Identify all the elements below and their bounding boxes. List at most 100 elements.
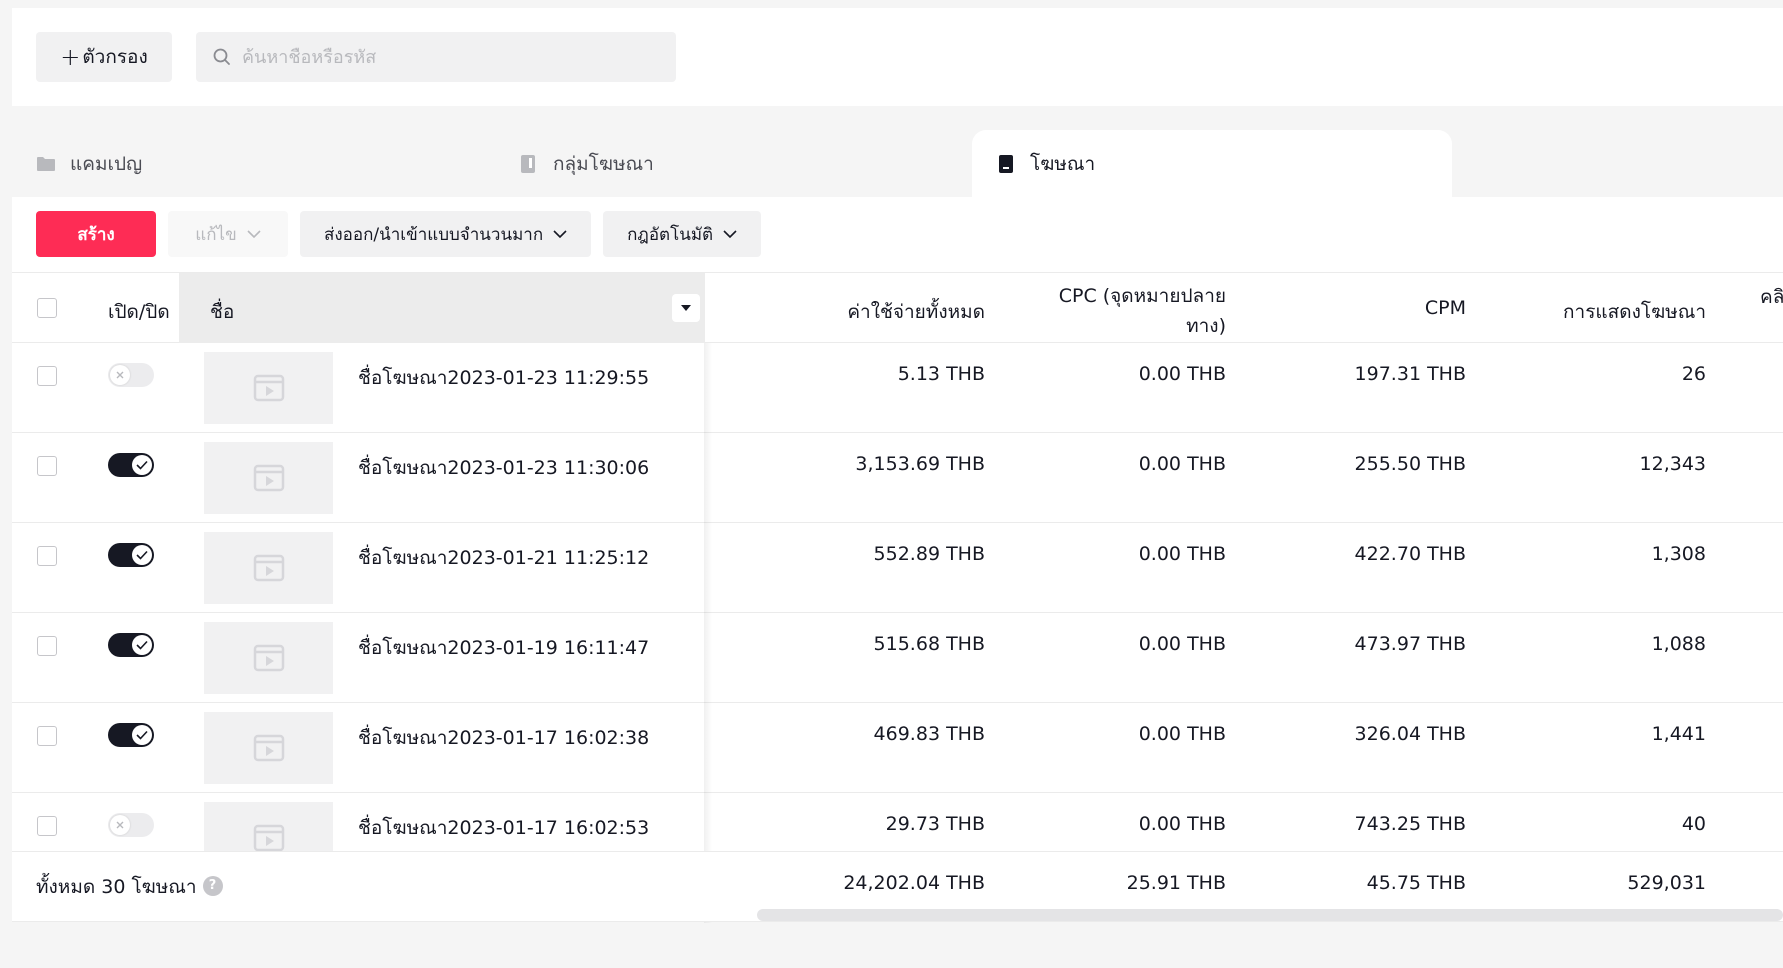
row-checkbox[interactable]: [37, 546, 57, 566]
cell-cpm: 255.50 THB: [1354, 453, 1466, 475]
status-toggle[interactable]: [108, 723, 154, 747]
header-cpc-line1: CPC (จุดหมายปลาย: [1058, 285, 1226, 307]
ad-name[interactable]: ชื่อโฆษณา2023-01-21 11:25:12: [358, 543, 649, 573]
ad-name[interactable]: ชื่อโฆษณา2023-01-23 11:30:06: [358, 453, 649, 483]
add-filter-button[interactable]: + ตัวกรอง: [36, 32, 172, 82]
edit-dropdown: แก้ไข: [168, 211, 288, 257]
cell-cost: 29.73 THB: [885, 813, 985, 835]
ad-thumbnail[interactable]: [204, 622, 333, 694]
video-placeholder-icon: [253, 734, 284, 762]
cell-cpc: 0.00 THB: [1138, 813, 1226, 835]
cell-impressions: 12,343: [1639, 453, 1706, 475]
chevron-down-icon: [247, 230, 261, 239]
tab-ad[interactable]: โฆษณา: [972, 130, 1452, 198]
header-cpm[interactable]: CPM: [1226, 297, 1466, 319]
cell-cpm: 422.70 THB: [1354, 543, 1466, 565]
video-placeholder-icon: [253, 644, 284, 672]
table-row: ชื่อโฆษณา2023-01-23 11:29:55 5.13 THB 0.…: [12, 343, 1783, 433]
check-icon: [132, 725, 152, 745]
total-count: ทั้งหมด 30 โฆษณา?: [36, 872, 223, 902]
tab-ad-group[interactable]: กลุ่มโฆษณา: [495, 130, 955, 198]
ad-name[interactable]: ชื่อโฆษณา2023-01-17 16:02:53: [358, 813, 649, 843]
video-placeholder-icon: [253, 464, 284, 492]
table-row: ชื่อโฆษณา2023-01-23 11:30:06 3,153.69 TH…: [12, 433, 1783, 523]
total-cpm: 45.75 THB: [1366, 872, 1466, 894]
status-toggle[interactable]: [108, 363, 154, 387]
cell-cpc: 0.00 THB: [1138, 363, 1226, 385]
row-checkbox[interactable]: [37, 726, 57, 746]
ads-table: เปิด/ปิด ชื่อ ค่าใช้จ่ายทั้งหมด CPC (จุด…: [12, 272, 1783, 923]
row-checkbox[interactable]: [37, 816, 57, 836]
status-toggle[interactable]: [108, 813, 154, 837]
create-button[interactable]: สร้าง: [36, 211, 156, 257]
ad-thumbnail[interactable]: [204, 442, 333, 514]
header-impressions[interactable]: การแสดงโฆษณา: [1466, 297, 1706, 327]
search-input[interactable]: [242, 46, 662, 68]
cell-cost: 552.89 THB: [873, 543, 985, 565]
cell-impressions: 1,441: [1651, 723, 1706, 745]
ad-thumbnail[interactable]: [204, 802, 333, 851]
close-icon: [110, 815, 130, 835]
cell-impressions: 26: [1681, 363, 1706, 385]
header-clicks[interactable]: คลิ: [1760, 282, 1783, 312]
level-tabs: แคมเปญ กลุ่มโฆษณา โฆษณา: [12, 130, 1783, 198]
ad-thumbnail[interactable]: [204, 352, 333, 424]
cell-cost: 515.68 THB: [873, 633, 985, 655]
ad-name[interactable]: ชื่อโฆษณา2023-01-23 11:29:55: [358, 363, 649, 393]
cell-cpm: 326.04 THB: [1354, 723, 1466, 745]
close-icon: [110, 365, 130, 385]
ad-thumbnail[interactable]: [204, 712, 333, 784]
ad-name[interactable]: ชื่อโฆษณา2023-01-17 16:02:38: [358, 723, 649, 753]
ad-thumbnail[interactable]: [204, 532, 333, 604]
header-onoff: เปิด/ปิด: [108, 301, 170, 323]
row-checkbox[interactable]: [37, 636, 57, 656]
header-name[interactable]: ชื่อ: [210, 297, 234, 327]
chevron-down-icon: [553, 230, 567, 239]
rules-label: กฎอัตโนมัติ: [627, 224, 714, 245]
table-body: ชื่อโฆษณา2023-01-23 11:29:55 5.13 THB 0.…: [12, 343, 1783, 851]
tab-ad-label: โฆษณา: [1030, 153, 1096, 175]
total-label: ทั้งหมด 30 โฆษณา: [36, 876, 197, 898]
header-total-cost[interactable]: ค่าใช้จ่ายทั้งหมด: [712, 297, 985, 327]
horizontal-scrollbar[interactable]: [757, 909, 1783, 921]
help-icon[interactable]: ?: [202, 875, 223, 896]
cell-impressions: 40: [1681, 813, 1706, 835]
automated-rules-dropdown[interactable]: กฎอัตโนมัติ: [603, 211, 762, 257]
cell-impressions: 1,088: [1651, 633, 1706, 655]
add-filter-label: ตัวกรอง: [82, 46, 148, 68]
search-icon: [213, 48, 230, 65]
cell-cost: 3,153.69 THB: [855, 453, 985, 475]
sort-dropdown-icon[interactable]: [672, 294, 700, 322]
cell-cost: 469.83 THB: [873, 723, 985, 745]
table-header: เปิด/ปิด ชื่อ ค่าใช้จ่ายทั้งหมด CPC (จุด…: [12, 272, 1783, 343]
frozen-column-shadow: [704, 343, 712, 923]
chevron-down-icon: [723, 230, 737, 239]
status-toggle[interactable]: [108, 453, 154, 477]
check-icon: [132, 635, 152, 655]
table-row: ชื่อโฆษณา2023-01-17 16:02:53 29.73 THB 0…: [12, 793, 1783, 851]
total-impressions: 529,031: [1627, 872, 1706, 894]
tab-campaign[interactable]: แคมเปญ: [12, 130, 472, 198]
status-toggle[interactable]: [108, 543, 154, 567]
tab-ad-group-label: กลุ่มโฆษณา: [553, 153, 654, 175]
ad-name[interactable]: ชื่อโฆษณา2023-01-19 16:11:47: [358, 633, 649, 663]
row-checkbox[interactable]: [37, 456, 57, 476]
table-row: ชื่อโฆษณา2023-01-21 11:25:12 552.89 THB …: [12, 523, 1783, 613]
plus-icon: +: [60, 43, 81, 71]
folder-icon: [37, 157, 55, 171]
cell-cpm: 743.25 THB: [1354, 813, 1466, 835]
table-row: ชื่อโฆษณา2023-01-19 16:11:47 515.68 THB …: [12, 613, 1783, 703]
total-cost: 24,202.04 THB: [843, 872, 985, 894]
row-checkbox[interactable]: [37, 366, 57, 386]
video-placeholder-icon: [253, 554, 284, 582]
video-placeholder-icon: [253, 824, 284, 851]
search-box[interactable]: [196, 32, 676, 82]
check-icon: [132, 455, 152, 475]
header-cpc[interactable]: CPC (จุดหมายปลาย ทาง): [985, 281, 1226, 341]
status-toggle[interactable]: [108, 633, 154, 657]
bulk-export-import-dropdown[interactable]: ส่งออก/นำเข้าแบบจำนวนมาก: [300, 211, 592, 257]
bulk-label: ส่งออก/นำเข้าแบบจำนวนมาก: [324, 224, 544, 245]
edit-label: แก้ไข: [195, 224, 237, 245]
cell-cpc: 0.00 THB: [1138, 453, 1226, 475]
select-all-checkbox[interactable]: [37, 298, 57, 318]
